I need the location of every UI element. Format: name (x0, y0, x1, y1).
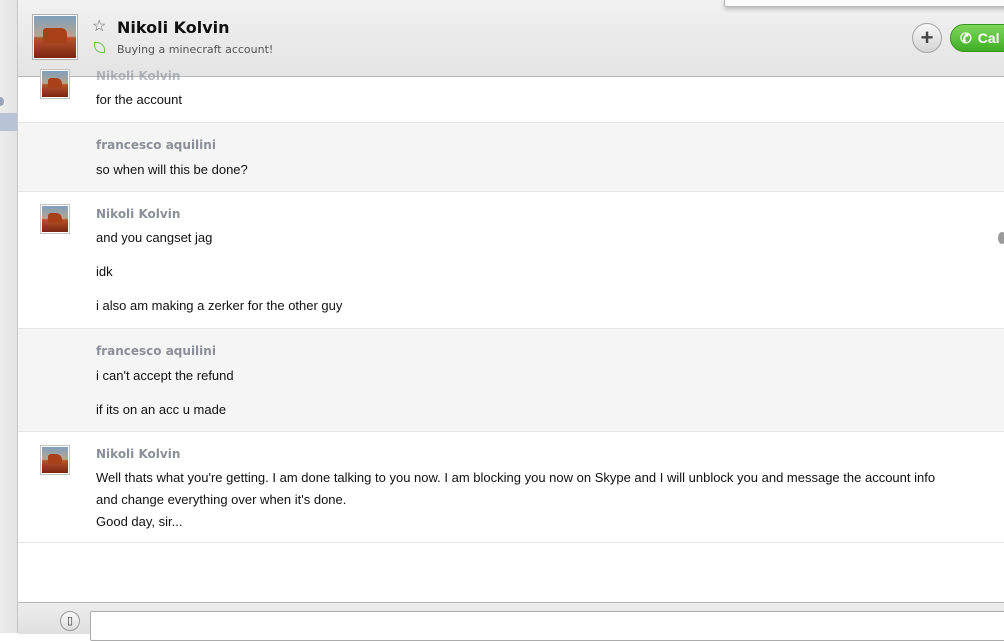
sender-name: Nikoli Kolvin (96, 207, 181, 221)
message-list: Nikoli Kolvin for the account francesco … (18, 69, 1004, 543)
message-text: if its on an acc u made (96, 402, 227, 417)
sender-avatar[interactable] (40, 445, 70, 475)
message-text: so when will this be done? (96, 162, 248, 177)
add-people-button[interactable]: + (912, 23, 942, 53)
contact-name: Nikoli Kolvin (117, 18, 230, 37)
call-label: Cal (977, 30, 1000, 46)
sender-avatar[interactable] (40, 204, 70, 234)
star-icon[interactable]: ☆ (92, 16, 106, 36)
phone-icon: ✆ (960, 30, 972, 46)
message-text: for the account (96, 92, 182, 107)
message-text: Good day, sir... (96, 514, 183, 529)
message-text: i also am making a zerker for the other … (96, 298, 343, 313)
message-group: francesco aquilini i can't accept the re… (18, 329, 1004, 432)
call-button[interactable]: ✆ Cal (950, 24, 1004, 52)
message-text: Well thats what you're getting. I am don… (96, 470, 936, 485)
resize-handle[interactable] (998, 232, 1004, 244)
contact-mood-message: Buying a minecraft account! (117, 43, 274, 56)
sms-phone-icon[interactable]: ▯ (60, 611, 80, 631)
contacts-sidebar-edge (0, 0, 18, 633)
message-input-bar: ▯ (18, 602, 1004, 641)
sender-name: francesco aquilini (96, 344, 216, 358)
message-input[interactable] (90, 611, 1004, 641)
sender-name: Nikoli Kolvin (96, 447, 181, 461)
message-text: and change everything over when it's don… (96, 492, 347, 507)
sidebar-indicator (0, 97, 4, 106)
message-group: francesco aquilini so when will this be … (18, 123, 1004, 192)
message-text: and you cangset jag (96, 230, 213, 245)
message-group: Nikoli Kolvin Well thats what you're get… (18, 432, 1004, 543)
sender-avatar[interactable] (40, 69, 70, 99)
sender-name: francesco aquilini (96, 138, 216, 152)
sender-name: Nikoli Kolvin (96, 69, 181, 83)
contact-avatar[interactable] (32, 14, 78, 60)
message-text: i can't accept the refund (96, 368, 234, 383)
sidebar-selected-item[interactable] (0, 113, 17, 131)
message-group: Nikoli Kolvin and you cangset jag idk i … (18, 192, 1004, 329)
conversation-header: ☆ Nikoli Kolvin Buying a minecraft accou… (18, 0, 1004, 77)
message-group: Nikoli Kolvin for the account (18, 69, 1004, 123)
mood-leaf-icon (94, 42, 105, 53)
overlapping-window-edge (724, 0, 1004, 7)
message-text: idk (96, 264, 113, 279)
